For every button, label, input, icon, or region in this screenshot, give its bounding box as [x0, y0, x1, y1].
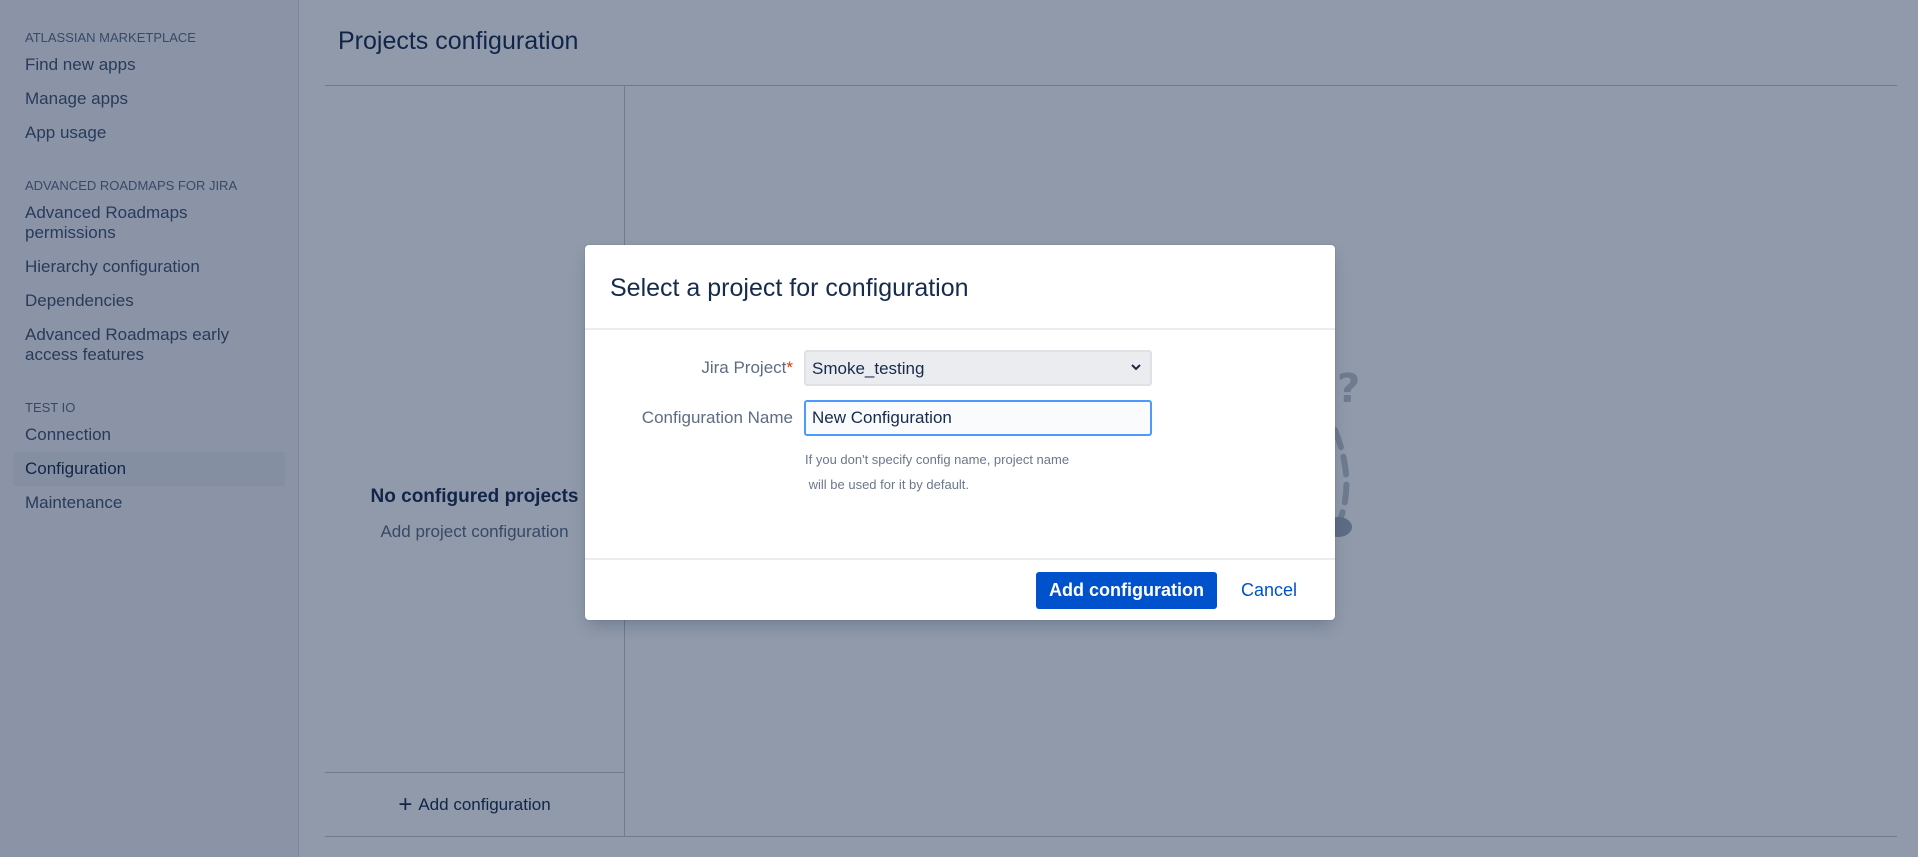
- dialog-header: Select a project for configuration: [585, 245, 1335, 330]
- dialog-footer: Add configuration Cancel: [585, 558, 1335, 620]
- configuration-name-help: If you don't specify config name, projec…: [805, 447, 1135, 497]
- required-marker: *: [786, 358, 793, 377]
- jira-project-field: Jira Project* Smoke_testing: [585, 350, 1335, 386]
- select-project-dialog: Select a project for configuration Jira …: [585, 245, 1335, 620]
- jira-project-selected-value: Smoke_testing: [812, 359, 925, 378]
- help-line-2: will be used for it by default.: [805, 477, 970, 492]
- configuration-name-label: Configuration Name: [641, 408, 793, 427]
- chevron-down-icon: [1131, 364, 1141, 371]
- dialog-body: Jira Project* Smoke_testing Configuratio…: [585, 330, 1335, 556]
- jira-project-label-text: Jira Project: [701, 358, 787, 377]
- jira-project-label: Jira Project*: [701, 358, 793, 378]
- help-line-1: If you don't specify config name, projec…: [805, 452, 1070, 467]
- page: Atlassian Marketplace Find new apps Mana…: [0, 0, 1918, 857]
- cancel-button[interactable]: Cancel: [1241, 572, 1297, 609]
- add-configuration-button[interactable]: Add configuration: [1036, 572, 1217, 609]
- configuration-name-input[interactable]: [804, 400, 1152, 436]
- configuration-name-field: Configuration Name: [585, 400, 1335, 436]
- dialog-title: Select a project for configuration: [610, 274, 969, 302]
- jira-project-select[interactable]: Smoke_testing: [804, 350, 1152, 386]
